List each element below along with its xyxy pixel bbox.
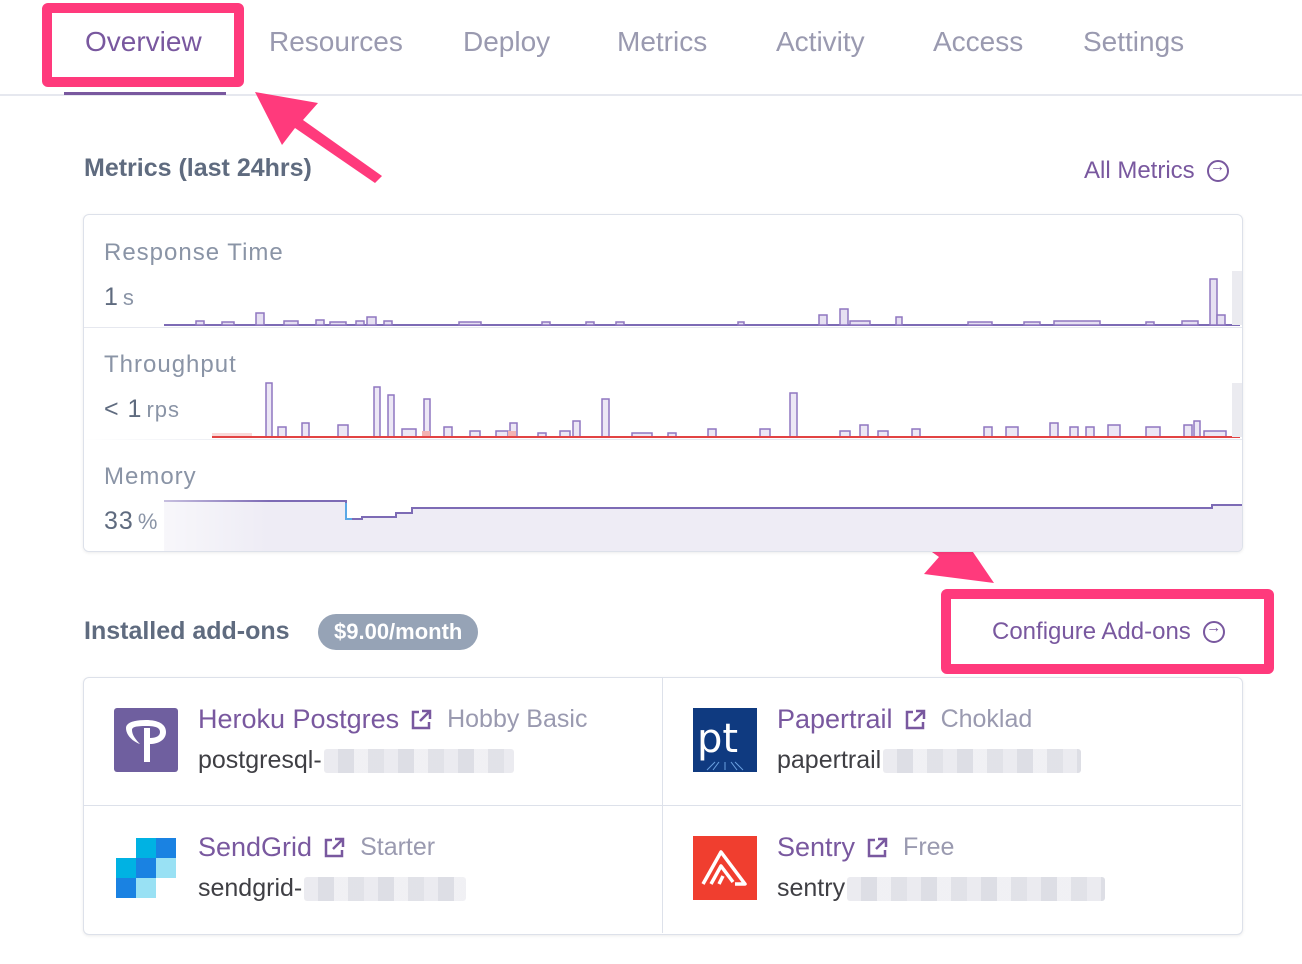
addon-plan: Starter — [360, 833, 436, 861]
circle-arrow-right-icon — [1202, 619, 1225, 643]
addon-papertrail: pt Papertrail Choklad papertrail — [662, 678, 1241, 806]
metrics-section-title: Metrics (last 24hrs) — [84, 154, 312, 182]
heroku-postgres-link[interactable]: Heroku Postgres — [198, 704, 399, 735]
addons-section-title: Installed add-ons — [84, 617, 290, 645]
addon-resource-prefix: sentry — [777, 874, 846, 902]
heroku-postgres-logo-icon — [114, 708, 178, 772]
response-time-sparkline — [164, 271, 1242, 326]
addon-resource-prefix: sendgrid- — [198, 874, 303, 902]
configure-addons-label: Configure Add-ons — [992, 618, 1191, 645]
metric-memory[interactable]: Memory 33% — [84, 439, 1242, 551]
sendgrid-link[interactable]: SendGrid — [198, 832, 312, 863]
papertrail-link[interactable]: Papertrail — [777, 704, 893, 735]
redacted-resource-id — [323, 748, 514, 773]
metric-throughput[interactable]: Throughput < 1 rps — [84, 327, 1242, 440]
throughput-label: Throughput — [104, 351, 237, 378]
response-time-number: 1 — [104, 283, 119, 311]
addon-sentry: Sentry Free sentry — [662, 806, 1241, 933]
addon-plan: Choklad — [940, 705, 1033, 733]
addon-heroku-postgres: Heroku Postgres Hobby Basic postgresql- — [84, 678, 662, 806]
addon-resource-name: papertrail — [777, 746, 1082, 775]
configure-addons-link[interactable]: Configure Add-ons — [992, 618, 1225, 646]
throughput-unit: rps — [146, 397, 181, 422]
memory-label: Memory — [104, 463, 197, 490]
response-time-unit: s — [122, 285, 135, 310]
addon-title-row: Papertrail Choklad — [777, 704, 1032, 735]
papertrail-logo-icon: pt — [693, 708, 757, 772]
response-time-value: 1s — [104, 283, 135, 312]
redacted-resource-id — [883, 748, 1082, 773]
addon-sendgrid: SendGrid Starter sendgrid- — [84, 806, 662, 933]
memory-sparkline — [84, 439, 1242, 551]
all-metrics-link[interactable]: All Metrics — [1084, 157, 1229, 185]
addon-resource-name: postgresql- — [198, 746, 514, 775]
memory-number: 33 — [104, 507, 134, 535]
external-link-icon[interactable] — [322, 836, 346, 860]
svg-text:pt: pt — [697, 716, 738, 762]
addon-title-row: SendGrid Starter — [198, 832, 435, 863]
addon-plan: Hobby Basic — [447, 705, 588, 733]
monthly-price-badge: $9.00/month — [318, 614, 479, 650]
circle-arrow-right-icon — [1206, 158, 1229, 182]
addon-resource-name: sendgrid- — [198, 874, 467, 903]
sentry-link[interactable]: Sentry — [777, 832, 855, 863]
sentry-logo-icon — [693, 836, 757, 900]
throughput-value: < 1 rps — [104, 395, 180, 424]
addon-title-row: Heroku Postgres Hobby Basic — [198, 704, 587, 735]
addon-plan: Free — [903, 833, 955, 861]
memory-value: 33% — [104, 507, 158, 536]
sendgrid-logo-icon — [116, 838, 176, 898]
addon-resource-prefix: papertrail — [777, 746, 882, 774]
external-link-icon[interactable] — [409, 708, 433, 732]
addon-resource-prefix: postgresql- — [198, 746, 322, 774]
addon-resource-name: sentry — [777, 874, 1106, 903]
addons-grid: Heroku Postgres Hobby Basic postgresql- … — [83, 677, 1243, 935]
redacted-resource-id — [847, 876, 1106, 901]
memory-unit: % — [137, 509, 159, 534]
metric-response-time[interactable]: Response Time 1s — [84, 215, 1242, 328]
metrics-card: Response Time 1s Throughput < 1 rps Memo… — [83, 214, 1243, 552]
addon-title-row: Sentry Free — [777, 832, 954, 863]
all-metrics-label: All Metrics — [1084, 157, 1195, 184]
response-time-label: Response Time — [104, 239, 284, 266]
external-link-icon[interactable] — [903, 708, 927, 732]
external-link-icon[interactable] — [865, 836, 889, 860]
throughput-number: < 1 — [104, 395, 143, 423]
redacted-resource-id — [304, 876, 467, 901]
throughput-sparkline — [212, 382, 1242, 438]
